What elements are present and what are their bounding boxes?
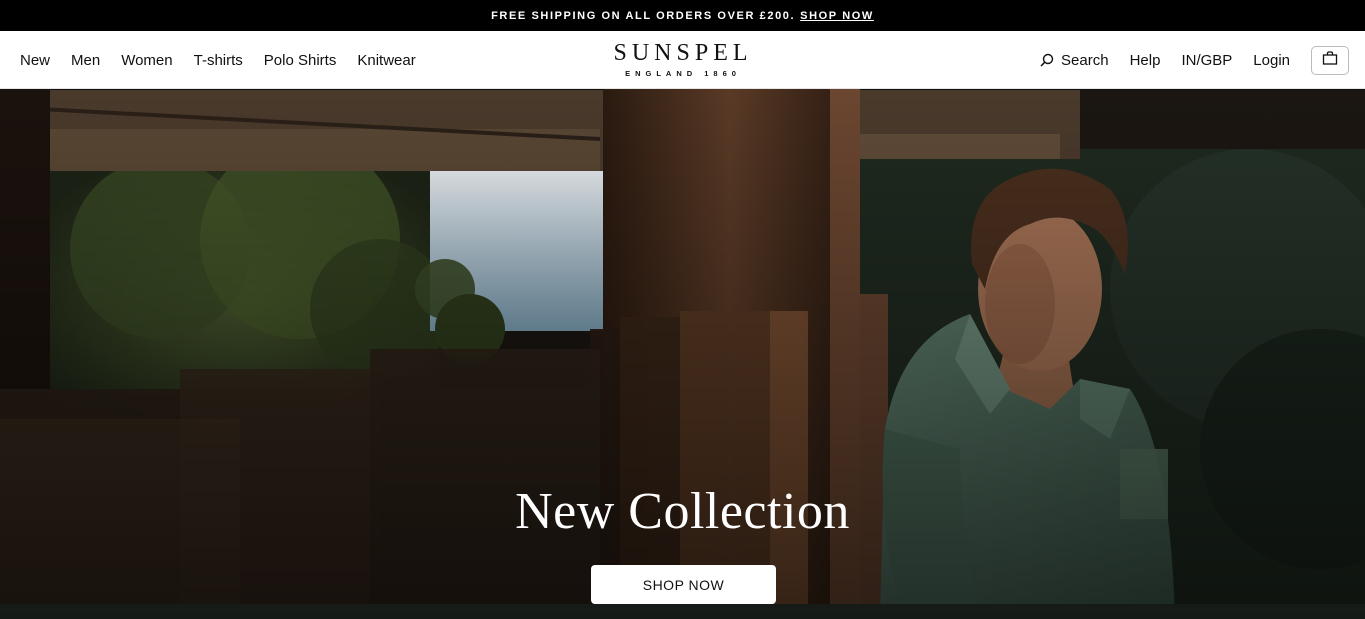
nav-item-women[interactable]: Women bbox=[121, 52, 172, 69]
site-header: New Men Women T-shirts Polo Shirts Knitw… bbox=[0, 31, 1365, 89]
nav-item-knitwear[interactable]: Knitwear bbox=[357, 52, 415, 69]
search-button[interactable]: Search bbox=[1040, 52, 1109, 69]
promo-bar: FREE SHIPPING ON ALL ORDERS OVER £200. S… bbox=[0, 0, 1365, 31]
logo-wordmark: SUNSPEL bbox=[613, 40, 753, 66]
shopping-bag-icon bbox=[1322, 50, 1338, 70]
nav-item-polo-shirts[interactable]: Polo Shirts bbox=[264, 52, 337, 69]
nav-item-men[interactable]: Men bbox=[71, 52, 100, 69]
region-selector[interactable]: IN/GBP bbox=[1181, 52, 1232, 69]
nav-item-t-shirts[interactable]: T-shirts bbox=[194, 52, 243, 69]
search-icon bbox=[1040, 53, 1054, 67]
login-link[interactable]: Login bbox=[1253, 52, 1290, 69]
hero-shop-now-button[interactable]: SHOP NOW bbox=[591, 565, 776, 604]
nav-item-new[interactable]: New bbox=[20, 52, 50, 69]
search-label: Search bbox=[1061, 51, 1109, 69]
shopping-bag-button[interactable] bbox=[1311, 45, 1349, 75]
hero-title: New Collection bbox=[515, 483, 850, 540]
brand-logo[interactable]: SUNSPEL ENGLAND 1860 bbox=[583, 41, 783, 81]
hero-banner: New Collection SHOP NOW bbox=[0, 89, 1365, 619]
promo-shop-now-link[interactable]: SHOP NOW bbox=[800, 10, 874, 22]
help-link[interactable]: Help bbox=[1130, 52, 1161, 69]
logo-tagline: ENGLAND 1860 bbox=[625, 69, 741, 78]
promo-text: FREE SHIPPING ON ALL ORDERS OVER £200. bbox=[491, 9, 796, 22]
main-nav: New Men Women T-shirts Polo Shirts Knitw… bbox=[20, 31, 437, 89]
utility-nav: Search Help IN/GBP Login bbox=[1019, 31, 1349, 89]
